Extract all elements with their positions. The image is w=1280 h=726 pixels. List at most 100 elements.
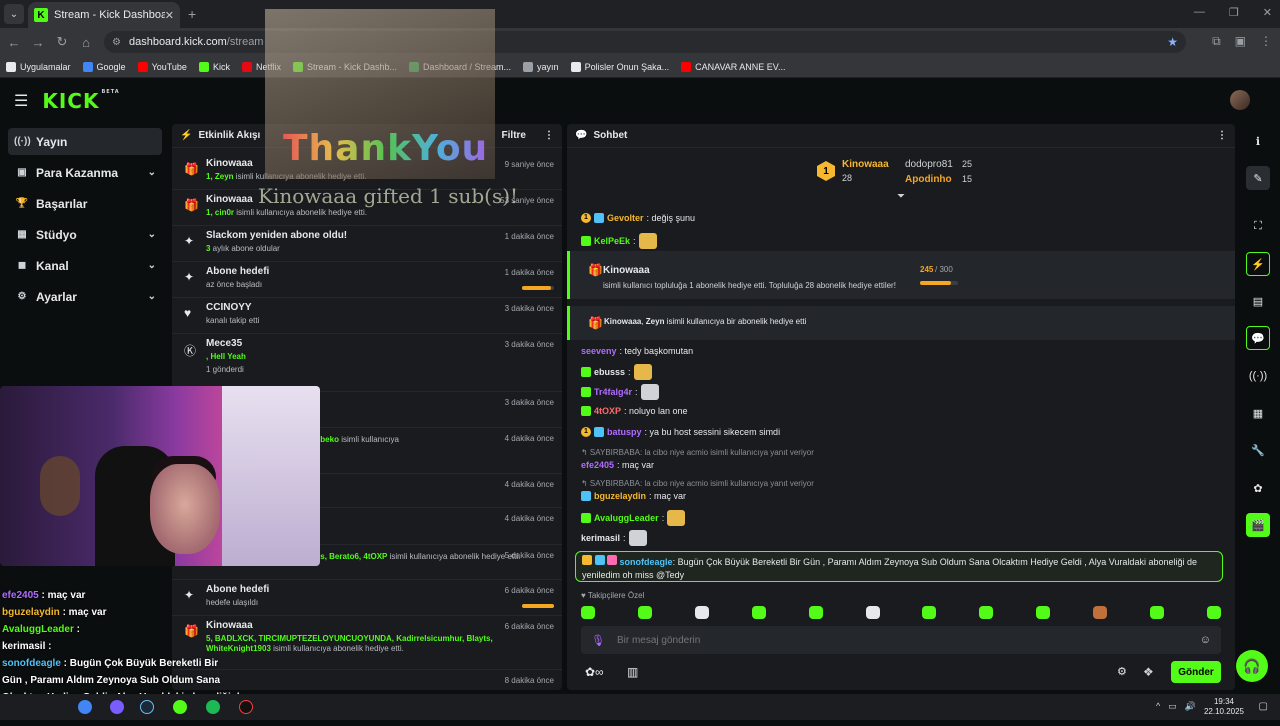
broadcast-icon[interactable]: ((·)) (1246, 364, 1270, 388)
clips-icon[interactable]: 🎬 (1246, 513, 1270, 537)
chat-toggle-icon[interactable]: 💬 (1246, 326, 1270, 350)
bookmark-item[interactable]: Polisler Onun Şaka... (570, 61, 669, 72)
chevron-down-icon[interactable]: ⌄ (148, 291, 156, 302)
obs-icon[interactable] (239, 700, 253, 714)
quick-emote-icon[interactable] (865, 606, 880, 619)
chat-username[interactable]: efe2405 (581, 460, 614, 470)
minimize-icon[interactable]: — (1194, 6, 1205, 19)
integrations-icon[interactable]: ✿ (1246, 476, 1270, 500)
chat-username[interactable]: AvaluggLeader (594, 513, 659, 523)
bookmark-item[interactable]: yayın (523, 61, 559, 72)
chevron-up-icon[interactable]: ^ (1156, 701, 1160, 712)
network-icon[interactable]: ▭ (1168, 701, 1177, 712)
browser-tab[interactable]: K Stream - Kick Dashboard ✕ (28, 2, 180, 28)
emoji-picker-icon[interactable]: ☺ (1200, 634, 1211, 646)
kick-taskbar-icon[interactable] (173, 700, 187, 714)
kick-points-icon[interactable]: ✿∞ (585, 665, 604, 679)
edit-icon[interactable]: ✎ (1246, 166, 1270, 190)
crop-icon[interactable]: ⛶ (1246, 214, 1270, 238)
chat-username[interactable]: ebusss (594, 367, 625, 377)
chat-options-icon[interactable]: ⋮ (1217, 130, 1227, 141)
forward-icon[interactable]: → (26, 35, 50, 50)
quick-emote-icon[interactable] (1150, 606, 1165, 619)
quick-emote-icon[interactable] (581, 606, 595, 619)
extensions-icon[interactable]: ⧉ (1212, 34, 1221, 49)
quick-emote-icon[interactable] (694, 606, 709, 619)
collapse-icon[interactable]: ⏷ (897, 191, 905, 202)
store-icon[interactable]: ▥ (627, 665, 638, 679)
chevron-down-icon[interactable]: ⌄ (148, 229, 156, 240)
menu-icon[interactable]: ⋮ (1260, 34, 1272, 49)
user-avatar[interactable] (1230, 90, 1250, 110)
chevron-down-icon[interactable]: ⌄ (148, 167, 156, 178)
chat-username[interactable]: Tr4falg4r (594, 387, 632, 397)
notifications-icon[interactable]: ▢ (1259, 701, 1268, 712)
back-icon[interactable]: ← (2, 35, 26, 50)
quick-emote-icon[interactable] (1036, 606, 1051, 619)
event-item[interactable]: ✦ Abone hedefi az önce başladı 1 dakika önc… (172, 262, 562, 298)
steam-icon[interactable] (140, 700, 154, 714)
event-item[interactable]: Ⓚ Mece35 , Hell Yeah 1 gönderdi 3 dakika önc… (172, 334, 562, 392)
sidebar-item-para-kazanma[interactable]: ▣ Para Kazanma ⌄ (8, 159, 162, 186)
restore-icon[interactable]: ❐ (1229, 6, 1239, 19)
taskbar-clock[interactable]: 19:34 22.10.2025 (1204, 697, 1244, 717)
sidebar-item-kanal[interactable]: ◼ Kanal ⌄ (8, 252, 162, 279)
quick-emote-icon[interactable] (751, 606, 766, 619)
chat-username[interactable]: kerimasil (581, 533, 620, 543)
info-icon[interactable]: ℹ (1246, 129, 1270, 153)
top-gifter-1-name[interactable]: Kinowaaa (842, 159, 889, 170)
bookmark-item[interactable]: YouTube (137, 61, 187, 72)
chrome-icon[interactable] (78, 700, 92, 714)
quick-emote-icon[interactable] (1206, 606, 1221, 619)
chat-username[interactable]: KelPeEk (594, 236, 630, 246)
event-item[interactable]: ✦ Slackom yeniden abone oldu! 3 aylık abon… (172, 226, 562, 262)
send-button[interactable]: Gönder (1171, 661, 1221, 683)
site-info-icon[interactable]: ⚙ (112, 37, 121, 48)
chat-username[interactable]: sonofdeagle (620, 557, 673, 567)
quick-emote-icon[interactable] (979, 606, 994, 619)
bookmark-item[interactable]: Kick (198, 61, 230, 72)
emote-menu-icon[interactable]: ❖ (1143, 665, 1154, 679)
hamburger-menu-icon[interactable]: ☰ (14, 91, 28, 111)
chat-message-input[interactable] (616, 634, 1200, 646)
microphone-icon[interactable]: 🎙 (591, 634, 605, 647)
top-gifter-3-name[interactable]: Apodinho (905, 174, 952, 185)
app-icon[interactable] (110, 700, 124, 714)
chevron-down-icon[interactable]: ⌄ (148, 260, 156, 271)
quick-emote-icon[interactable] (637, 606, 652, 619)
reload-icon[interactable]: ↻ (50, 34, 74, 50)
tools-icon[interactable]: 🔧 (1246, 438, 1270, 462)
more-options-icon[interactable]: ⋮ (544, 130, 554, 141)
bookmark-item[interactable]: Uygulamalar (6, 61, 71, 72)
top-gifter-2-name[interactable]: dodopro81 (905, 159, 953, 170)
sidebar-item-ayarlar[interactable]: ⚙ Ayarlar ⌄ (8, 283, 162, 310)
chat-username[interactable]: batuspy (607, 427, 642, 437)
close-window-icon[interactable]: ✕ (1263, 6, 1272, 19)
layout-icon[interactable]: ▦ (1246, 401, 1270, 425)
support-headset-icon[interactable]: 🎧 (1236, 650, 1268, 682)
notes-icon[interactable]: ▤ (1246, 289, 1270, 313)
bookmark-star-icon[interactable]: ★ (1167, 35, 1178, 49)
bookmark-item[interactable]: Google (82, 61, 126, 72)
sidebar-item-yayın[interactable]: ((·)) Yayın (8, 128, 162, 155)
kick-logo[interactable]: KICK BETA (42, 89, 119, 113)
lightning-icon[interactable]: ⚡ (1246, 252, 1270, 276)
home-icon[interactable]: ⌂ (74, 35, 98, 50)
sidebar-item-başarılar[interactable]: 🏆 Başarılar (8, 190, 162, 217)
bookmark-item[interactable]: CANAVAR ANNE EV... (681, 61, 785, 72)
chat-username[interactable]: bguzelaydin (594, 491, 646, 501)
quick-emote-icon[interactable] (808, 606, 823, 619)
chat-username[interactable]: seeveny (581, 346, 617, 356)
new-tab-button[interactable]: + (188, 6, 196, 22)
profile-icon[interactable]: ▣ (1235, 34, 1246, 49)
spotify-icon[interactable] (206, 700, 220, 714)
filter-button[interactable]: Filtre (502, 130, 526, 141)
tab-search-button[interactable]: ⌄ (4, 4, 24, 24)
chat-settings-icon[interactable]: ⚙ (1117, 665, 1127, 678)
sidebar-item-stüdyo[interactable]: ▦ Stüdyo ⌄ (8, 221, 162, 248)
volume-icon[interactable]: 🔊 (1185, 701, 1196, 712)
chat-username[interactable]: Gevolter (607, 213, 644, 223)
chat-username[interactable]: 4tOXP (594, 406, 621, 416)
quick-emote-icon[interactable] (1093, 606, 1108, 619)
event-item[interactable]: ♥ CCINOYY kanalı takip etti 3 dakika önce (172, 298, 562, 334)
